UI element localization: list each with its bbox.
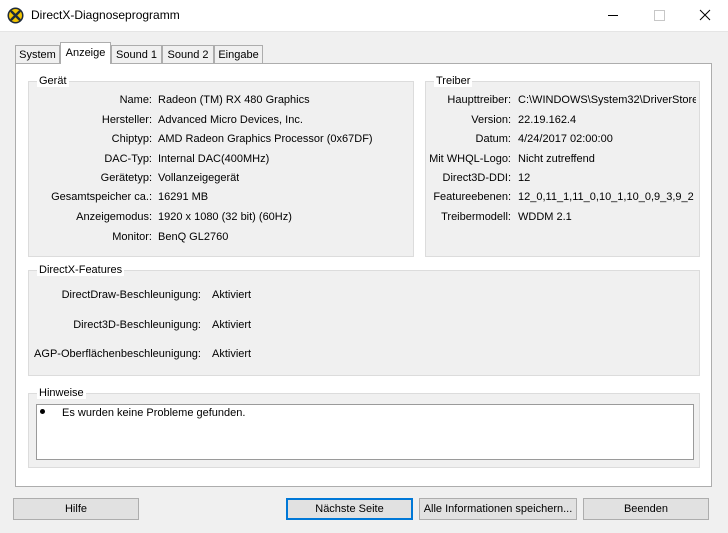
notes-group-title: Hinweise: [37, 387, 86, 399]
device-manufacturer-label: Hersteller:: [101, 114, 152, 126]
device-dactype-value: Internal DAC(400MHz): [158, 153, 270, 165]
close-button[interactable]: [682, 0, 728, 31]
device-name-label: Name:: [119, 94, 152, 106]
save-all-info-button[interactable]: Alle Informationen speichern...: [419, 498, 577, 520]
device-dactype-label: DAC-Typ:: [104, 153, 152, 165]
note-item: Es wurden keine Probleme gefunden.: [62, 407, 246, 419]
tab-eingabe[interactable]: Eingabe: [214, 45, 263, 64]
driver-group: Treiber: [425, 75, 700, 257]
device-manufacturer-value: Advanced Micro Devices, Inc.: [158, 114, 303, 126]
feature-agp-value: Aktiviert: [212, 348, 252, 360]
driver-group-title: Treiber: [434, 75, 473, 87]
minimize-button[interactable]: [590, 0, 636, 31]
driver-whql-value: Nicht zutreffend: [518, 153, 595, 165]
device-monitor-value: BenQ GL2760: [158, 231, 229, 243]
tab-sound-1[interactable]: Sound 1: [111, 45, 162, 64]
device-displaymode-value: 1920 x 1080 (32 bit) (60Hz): [158, 211, 292, 223]
close-icon: [699, 9, 711, 21]
help-button[interactable]: Hilfe: [13, 498, 139, 520]
directx-features-title: DirectX-Features: [37, 264, 125, 276]
device-devicetype-value: Vollanzeigegerät: [158, 172, 240, 184]
next-page-button[interactable]: Nächste Seite: [286, 498, 413, 520]
driver-model-label: Treibermodell:: [441, 211, 511, 223]
feature-directdraw-label: DirectDraw-Beschleunigung:: [61, 289, 201, 301]
device-devicetype-label: Gerätetyp:: [100, 172, 152, 184]
driver-whql-label: Mit WHQL-Logo:: [429, 153, 511, 165]
maximize-icon: [654, 10, 665, 21]
exit-button[interactable]: Beenden: [583, 498, 709, 520]
device-monitor-label: Monitor:: [112, 231, 152, 243]
driver-featurelevels-value: 12_0,11_1,11_0,10_1,10_0,9_3,9_2: [518, 191, 694, 203]
device-memory-value: 16291 MB: [158, 191, 209, 203]
driver-d3dddi-label: Direct3D-DDI:: [442, 172, 511, 184]
device-name-value: Radeon (TM) RX 480 Graphics: [158, 94, 310, 106]
driver-main-value: C:\WINDOWS\System32\DriverStore: [518, 94, 696, 106]
driver-main-label: Haupttreiber:: [447, 94, 511, 106]
device-group-title: Gerät: [37, 75, 69, 87]
tab-anzeige[interactable]: Anzeige: [60, 42, 111, 64]
driver-date-label: Datum:: [475, 133, 511, 145]
feature-agp-label: AGP-Oberflächenbeschleunigung:: [34, 348, 201, 360]
device-chiptype-value: AMD Radeon Graphics Processor (0x67DF): [158, 133, 373, 145]
feature-direct3d-value: Aktiviert: [212, 319, 252, 331]
driver-model-value: WDDM 2.1: [518, 211, 572, 223]
device-displaymode-label: Anzeigemodus:: [76, 211, 152, 223]
driver-date-value: 4/24/2017 02:00:00: [518, 133, 613, 145]
bullet-icon: [40, 409, 45, 414]
directx-icon: [7, 7, 24, 24]
minimize-icon: [608, 15, 618, 16]
driver-version-value: 22.19.162.4: [518, 114, 577, 126]
device-chiptype-label: Chiptyp:: [111, 133, 152, 145]
window-title: DirectX-Diagnoseprogramm: [31, 8, 180, 22]
device-memory-label: Gesamtspeicher ca.:: [51, 191, 152, 203]
notes-textbox[interactable]: Es wurden keine Probleme gefunden.: [36, 404, 694, 460]
driver-version-label: Version:: [471, 114, 511, 126]
driver-featurelevels-label: Featureebenen:: [433, 191, 511, 203]
maximize-button[interactable]: [636, 0, 682, 31]
title-bar: DirectX-Diagnoseprogramm: [0, 0, 728, 32]
tab-system[interactable]: System: [15, 45, 60, 64]
feature-direct3d-label: Direct3D-Beschleunigung:: [73, 319, 201, 331]
feature-directdraw-value: Aktiviert: [212, 289, 252, 301]
tab-sound-2[interactable]: Sound 2: [162, 45, 214, 64]
driver-d3dddi-value: 12: [518, 172, 531, 184]
